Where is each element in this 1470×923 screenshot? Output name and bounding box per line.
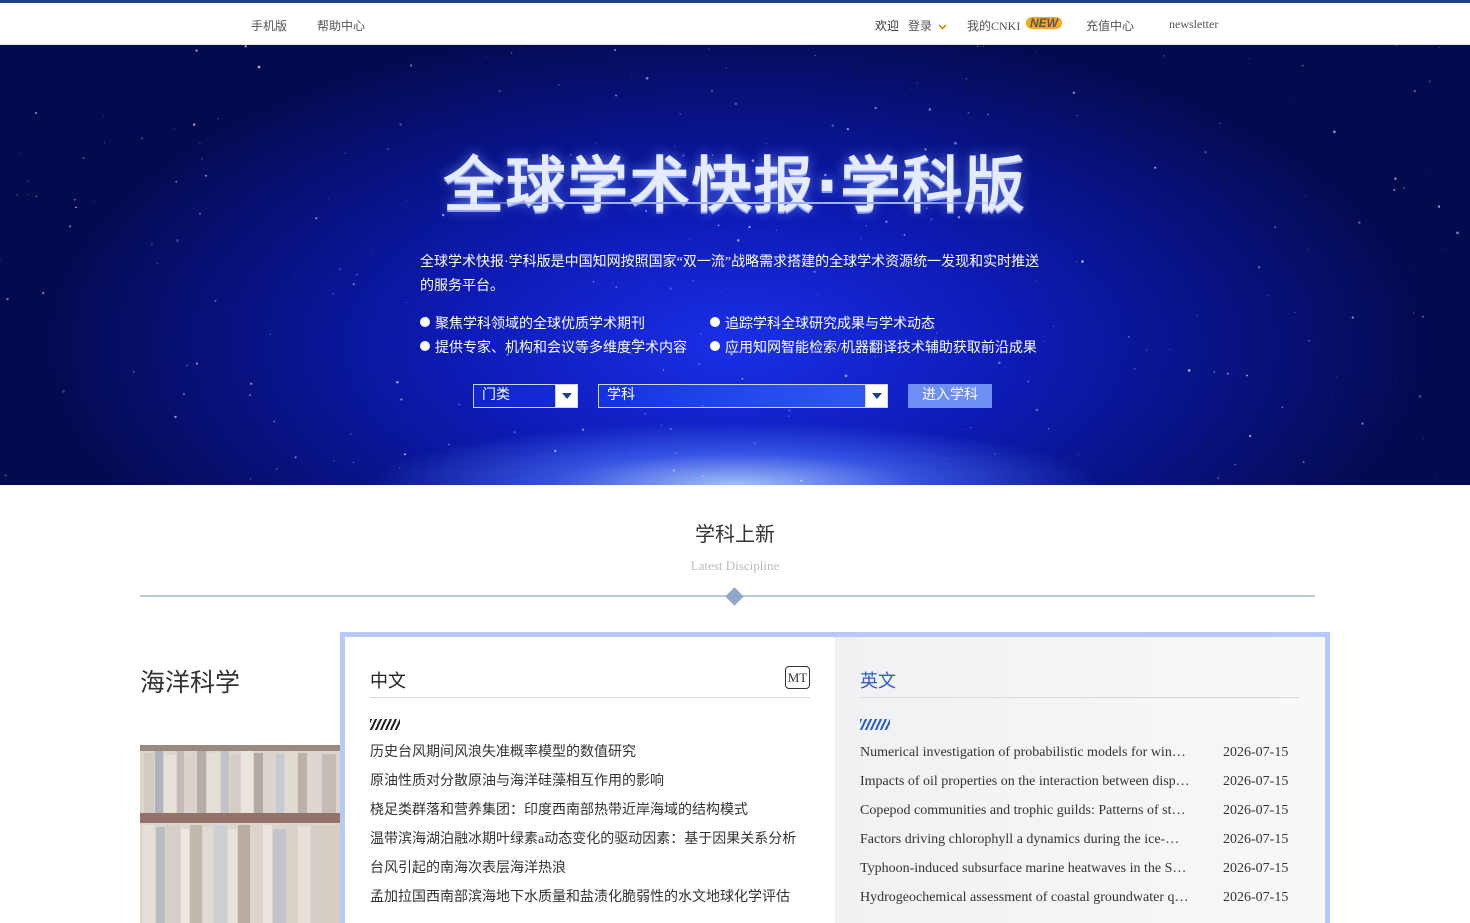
- newsletter-link[interactable]: newsletter: [1169, 17, 1218, 32]
- divider-diamond-icon: [725, 587, 744, 606]
- new-badge: NEW: [1026, 17, 1062, 29]
- article-link[interactable]: 温带滨海湖泊融冰期叶绿素a动态变化的驱动因素：基于因果关系分析: [370, 831, 810, 860]
- title-underline: [445, 202, 1030, 204]
- stripes-icon: [370, 719, 400, 730]
- list-item: Typhoon-induced subsurface marine heatwa…: [860, 860, 1290, 889]
- article-link[interactable]: 孟加拉国西南部滨海地下水质量和盐渍化脆弱性的水文地球化学评估: [370, 889, 810, 918]
- recharge-center-link[interactable]: 充值中心: [1086, 17, 1134, 34]
- english-tab-header[interactable]: 英文: [860, 667, 896, 693]
- subject-select[interactable]: 学科: [598, 384, 888, 408]
- article-date: 2026-07-15: [1223, 803, 1289, 818]
- article-date: 2026-07-15: [1223, 745, 1289, 760]
- feature-bullet: 提供专家、机构和会议等多维度学术内容: [420, 337, 687, 357]
- article-date: 2026-07-15: [1223, 890, 1289, 905]
- section-title: 学科上新: [695, 524, 775, 546]
- article-date: 2026-07-15: [1223, 774, 1289, 789]
- list-item: Numerical investigation of probabilistic…: [860, 744, 1290, 773]
- english-article-list: Numerical investigation of probabilistic…: [860, 744, 1290, 918]
- article-link[interactable]: Factors driving chlorophyll a dynamics d…: [860, 831, 1190, 849]
- hero-banner: 全球学术快报·学科版 全球学术快报·学科版是中国知网按照国家“双一流”战略需求搭…: [0, 45, 1470, 485]
- top-nav-bar: 手机版 帮助中心 欢迎 登录 我的CNKI NEW 充值中心 newslette…: [0, 0, 1470, 45]
- hero-description: 全球学术快报·学科版是中国知网按照国家“双一流”战略需求搭建的全球学术资源统一发…: [420, 255, 1040, 294]
- article-link[interactable]: Typhoon-induced subsurface marine heatwa…: [860, 860, 1190, 878]
- article-link[interactable]: …: [370, 918, 810, 923]
- stripes-icon: [860, 719, 890, 730]
- enter-discipline-button[interactable]: 进入学科: [908, 384, 992, 408]
- section-subtitle: Latest Discipline: [690, 558, 780, 573]
- article-link[interactable]: 台风引起的南海次表层海洋热浪: [370, 860, 810, 889]
- english-header-divider: [860, 697, 1300, 698]
- article-link[interactable]: 原油性质对分散原油与海洋硅藻相互作用的影响: [370, 773, 810, 802]
- list-item: Factors driving chlorophyll a dynamics d…: [860, 831, 1290, 860]
- article-link[interactable]: Impacts of oil properties on the interac…: [860, 773, 1190, 791]
- list-item: Copepod communities and trophic guilds: …: [860, 802, 1290, 831]
- category-select-value: 门类: [482, 388, 510, 403]
- discipline-name: 海洋科学: [140, 670, 241, 697]
- list-item: Hydrogeochemical assessment of coastal g…: [860, 889, 1290, 918]
- chinese-article-list: 历史台风期间风浪失准概率模型的数值研究 原油性质对分散原油与海洋硅藻相互作用的影…: [370, 744, 810, 923]
- login-link[interactable]: 登录: [908, 17, 932, 34]
- article-link[interactable]: 桡足类群落和营养集团：印度西南部热带近岸海域的结构模式: [370, 802, 810, 831]
- article-date: 2026-07-15: [1223, 861, 1289, 876]
- category-select[interactable]: 门类: [473, 384, 578, 408]
- chevron-down-icon[interactable]: [938, 20, 947, 30]
- subject-select-value: 学科: [607, 388, 635, 403]
- list-item: Impacts of oil properties on the interac…: [860, 773, 1290, 802]
- article-link[interactable]: 历史台风期间风浪失准概率模型的数值研究: [370, 744, 810, 773]
- article-link[interactable]: Numerical investigation of probabilistic…: [860, 744, 1190, 762]
- bookshelf-image: [140, 745, 340, 923]
- chinese-tab-header[interactable]: 中文: [370, 667, 406, 693]
- help-center-link[interactable]: 帮助中心: [317, 17, 365, 34]
- hero-title: 全球学术快报·学科版: [443, 151, 1027, 221]
- discipline-news-panel: 中文 MT 历史台风期间风浪失准概率模型的数值研究 原油性质对分散原油与海洋硅藻…: [340, 632, 1330, 923]
- feature-bullet: 追踪学科全球研究成果与学术动态: [710, 313, 935, 333]
- my-cnki-link[interactable]: 我的CNKI: [967, 17, 1020, 34]
- welcome-text: 欢迎: [875, 19, 900, 33]
- article-link[interactable]: Copepod communities and trophic guilds: …: [860, 802, 1190, 820]
- mobile-version-link[interactable]: 手机版: [251, 17, 287, 34]
- chinese-header-divider: [370, 697, 810, 698]
- dropdown-arrow-icon[interactable]: [865, 385, 887, 407]
- feature-bullet: 聚焦学科领域的全球优质学术期刊: [420, 313, 645, 333]
- feature-bullet: 应用知网智能检索/机器翻译技术辅助获取前沿成果: [710, 337, 1037, 357]
- machine-translation-button[interactable]: MT: [785, 666, 810, 689]
- article-date: 2026-07-15: [1223, 832, 1289, 847]
- article-link[interactable]: Hydrogeochemical assessment of coastal g…: [860, 889, 1190, 907]
- dropdown-arrow-icon[interactable]: [555, 385, 577, 407]
